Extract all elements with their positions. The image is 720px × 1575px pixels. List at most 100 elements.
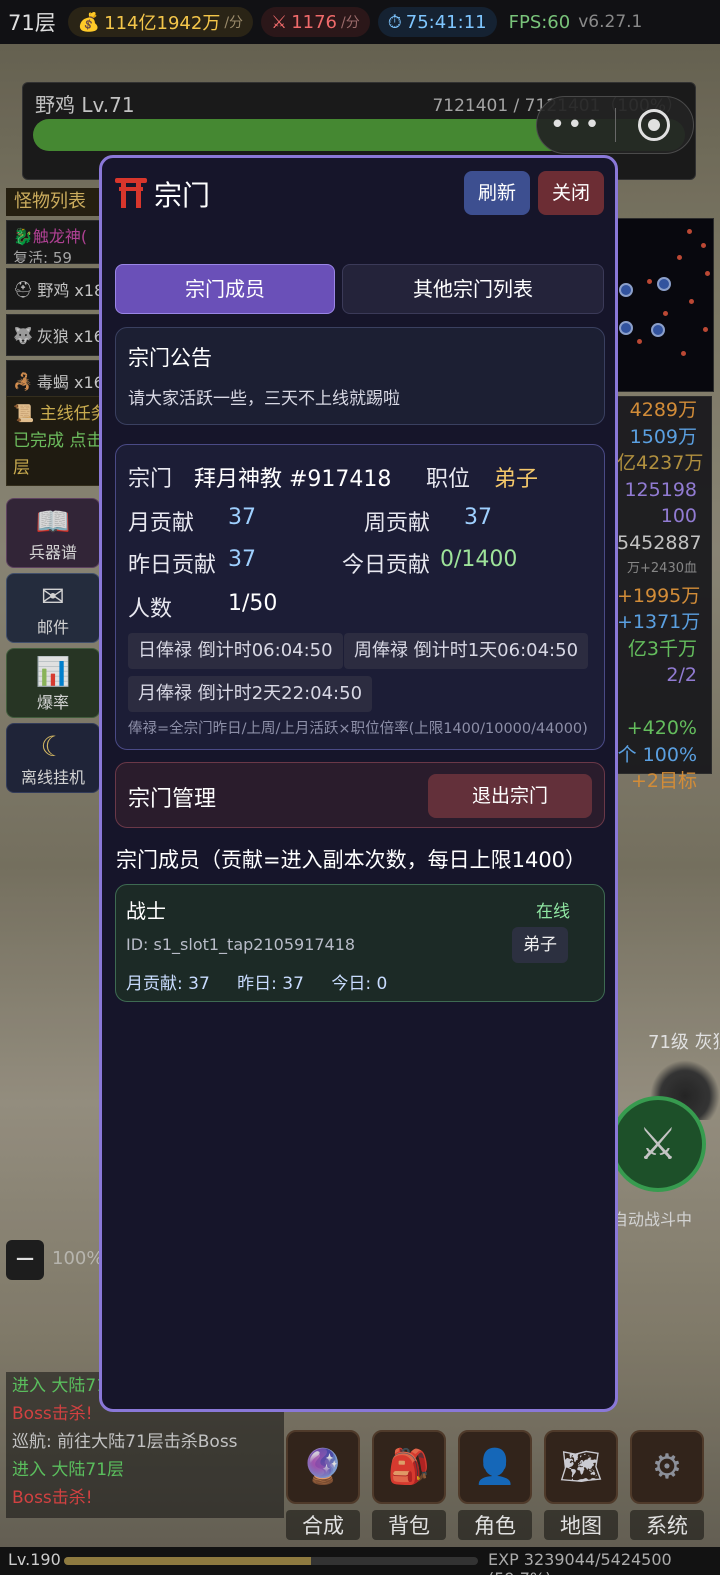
weapon-codex-button[interactable]: 📖 兵器谱: [6, 498, 100, 568]
exp-text: EXP 3239044/5424500 (59.7%): [488, 1550, 672, 1575]
torii-icon: [115, 178, 147, 208]
position-label: 职位: [426, 467, 471, 492]
modal-title: 宗门: [154, 179, 211, 212]
backpack-label: 背包: [372, 1510, 446, 1540]
notice-text: 请大家活跃一些，三天不上线就踢啦: [128, 389, 400, 409]
today-contrib-value: 0/1400: [440, 547, 518, 572]
chart-icon: 📊: [35, 655, 71, 688]
exp-bar: Lv.190 EXP 3239044/5424500 (59.7%): [0, 1547, 720, 1575]
bottom-dock: 🔮 合成 🎒 背包 👤 角色 🗺 地图 ⚙ 系统: [282, 1430, 720, 1542]
tab-sect-members[interactable]: 宗门成员: [115, 264, 335, 314]
member-yesterday: 昨日: 37: [237, 974, 304, 994]
more-dots-icon[interactable]: •••: [537, 110, 615, 140]
salary-formula: 俸禄=全宗门昨日/上周/上月活跃×职位倍率(上限1400/10000/44000…: [128, 721, 588, 737]
sect-info-card: 宗门 拜月神教 #917418 职位 弟子 月贡献 37 周贡献 37 昨日贡献…: [115, 444, 605, 750]
weekly-contrib-value: 37: [464, 505, 492, 530]
version-label: v6.27.1: [578, 12, 643, 32]
backpack-icon: 🎒: [387, 1447, 431, 1487]
monthly-salary-chip: 月俸禄 倒计时2天22:04:50: [128, 676, 373, 712]
quit-sect-button[interactable]: 退出宗门: [428, 774, 592, 818]
today-contrib-label: 今日贡献: [342, 553, 431, 578]
close-button[interactable]: 关闭: [538, 171, 604, 215]
monster-list-item[interactable]: ⛑ 野鸡 x18: [6, 268, 100, 310]
system-label: 系统: [630, 1510, 704, 1540]
kill-rate: 1176: [291, 11, 337, 33]
drop-rate-button[interactable]: 📊 爆率: [6, 648, 100, 718]
yesterday-contrib-value: 37: [228, 547, 256, 572]
position-value: 弟子: [494, 467, 539, 492]
exp-fill: [64, 1557, 312, 1565]
member-today: 今日: 0: [331, 974, 388, 994]
log-line: 巡航: 前往大陆71层击杀Boss: [12, 1432, 238, 1452]
gold-rate-unit: /分: [224, 15, 244, 31]
member-contrib-stats: 月贡献: 37 昨日: 37 今日: 0: [126, 969, 409, 994]
member-count-value: 1/50: [228, 591, 278, 616]
sect-notice-card: 宗门公告 请大家活跃一些，三天不上线就踢啦: [115, 327, 605, 425]
daily-salary-chip: 日俸禄 倒计时06:04:50: [128, 633, 343, 669]
members-title: 宗门成员（贡献=进入副本次数，每日上限1400）: [116, 848, 587, 872]
mail-icon: ✉: [41, 580, 65, 613]
miniprogram-capsule: •••: [536, 96, 694, 154]
stopwatch-icon: ⏱: [387, 11, 402, 33]
sect-manage-card: 宗门管理 退出宗门: [115, 762, 605, 828]
scorpion-icon: 🦂: [13, 371, 33, 391]
monthly-contrib-label: 月贡献: [128, 511, 195, 536]
modal-header: 宗门 刷新 关闭: [102, 158, 615, 234]
kill-rate-unit: /分: [341, 15, 360, 31]
weekly-contrib-label: 周贡献: [364, 511, 431, 536]
member-count-label: 人数: [128, 597, 173, 622]
log-line: Boss击杀!: [12, 1488, 93, 1508]
sect-name: 拜月神教 #917418: [194, 467, 392, 492]
helmet-icon: ⛑: [13, 279, 34, 299]
zoom-level: 100%: [52, 1248, 104, 1269]
monster-list-title[interactable]: 怪物列表: [6, 188, 100, 216]
main-quest-panel[interactable]: 📜 主线任务 已完成 点击 层: [6, 396, 100, 486]
online-status: 在线: [536, 902, 570, 922]
member-monthly: 月贡献: 37: [126, 974, 210, 994]
notice-heading: 宗门公告: [128, 346, 212, 370]
member-id: ID: s1_slot1_tap2105917418: [126, 935, 356, 954]
scroll-icon: 📜: [13, 404, 35, 424]
book-icon: 📖: [35, 505, 71, 538]
play-timer: 75:41:11: [405, 11, 487, 33]
map-button[interactable]: 🗺: [544, 1430, 618, 1504]
floor-indicator: 71层: [8, 11, 56, 35]
player-stats-panel: 4289万 1509万 亿4237万 125198 100 5452887 万+…: [616, 396, 712, 792]
member-card[interactable]: 战士 在线 ID: s1_slot1_tap2105917418 弟子 月贡献:…: [115, 884, 605, 1002]
character-label: 角色: [458, 1510, 532, 1540]
enemy-label: 71级 灰狼: [648, 1032, 720, 1053]
monster-list-item[interactable]: 🐉触龙神( 复活: 59: [6, 220, 100, 264]
moon-icon: ☾: [40, 730, 66, 763]
auto-fight-button[interactable]: ⚔: [610, 1096, 706, 1192]
gold-rate-pill: 💰 114亿1942万 /分: [67, 7, 254, 37]
zoom-out-button[interactable]: −: [6, 1240, 44, 1280]
monster-list-item[interactable]: 🐺 灰狼 x16: [6, 314, 100, 356]
mail-button[interactable]: ✉ 邮件: [6, 573, 100, 643]
tab-other-sects[interactable]: 其他宗门列表: [342, 264, 604, 314]
map-label: 地图: [544, 1510, 618, 1540]
player-level: Lv.190: [8, 1550, 61, 1569]
backpack-button[interactable]: 🎒: [372, 1430, 446, 1504]
sect-label: 宗门: [128, 467, 173, 492]
monster-list: 🐉触龙神( 复活: 59 ⛑ 野鸡 x18 🐺 灰狼 x16 🦂 毒蝎 x16: [6, 220, 100, 406]
character-button[interactable]: 👤: [458, 1430, 532, 1504]
kill-rate-pill: ⚔ 1176 /分: [261, 7, 370, 37]
timer-pill: ⏱ 75:41:11: [377, 7, 497, 37]
craft-label: 合成: [286, 1510, 360, 1540]
target-icon[interactable]: [616, 109, 694, 141]
refresh-button[interactable]: 刷新: [464, 171, 530, 215]
manage-heading: 宗门管理: [128, 787, 217, 812]
minimap[interactable]: [616, 218, 714, 392]
character-icon: 👤: [473, 1447, 517, 1487]
member-rank-badge: 弟子: [512, 927, 568, 963]
sect-modal: 宗门 刷新 关闭 宗门成员 其他宗门列表 宗门公告 请大家活跃一些，三天不上线就…: [99, 155, 618, 1412]
system-button[interactable]: ⚙: [630, 1430, 704, 1504]
craft-button[interactable]: 🔮: [286, 1430, 360, 1504]
exp-track: [64, 1557, 478, 1565]
top-status-bar: 71层 💰 114亿1942万 /分 ⚔ 1176 /分 ⏱ 75:41:11 …: [0, 0, 720, 44]
member-name: 战士: [126, 899, 166, 923]
crossed-swords-icon: ⚔: [271, 11, 288, 33]
fps-counter: FPS:60: [508, 11, 571, 33]
money-bag-icon: 💰: [77, 11, 101, 33]
offline-idle-button[interactable]: ☾ 离线挂机: [6, 723, 100, 793]
